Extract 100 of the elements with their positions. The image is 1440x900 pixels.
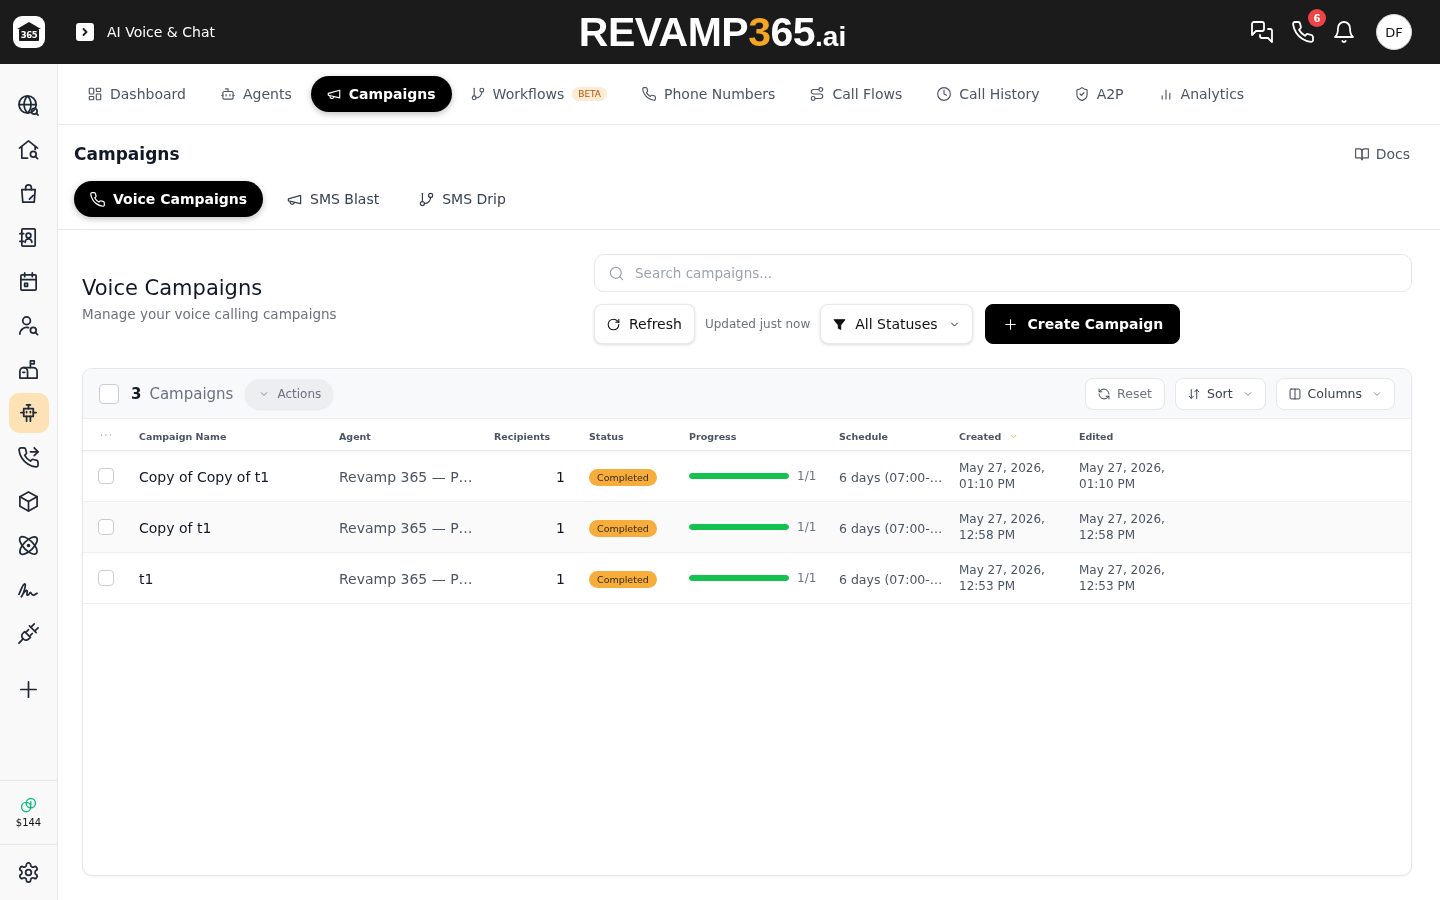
column-header[interactable]: Status	[589, 431, 624, 442]
agent-name: Revamp 365 — P…	[339, 468, 473, 485]
section-title: Campaigns	[74, 144, 180, 164]
campaign-name: Copy of Copy of t1	[139, 468, 270, 485]
nav-tab[interactable]: Analytics	[1142, 76, 1261, 112]
column-header[interactable]: Schedule	[839, 431, 888, 442]
columns-icon	[1288, 387, 1301, 400]
phone-icon	[642, 87, 657, 101]
sidebar-item[interactable]	[8, 393, 49, 433]
campaign-count: 3	[131, 384, 142, 403]
created-date: May 27, 2026, 12:53 PM	[959, 562, 1046, 594]
refresh-button[interactable]: Refresh	[594, 304, 695, 344]
campaign-name: Copy of t1	[139, 519, 212, 536]
agent-name: Revamp 365 — P…	[339, 519, 473, 536]
notification-badge: 6	[1308, 9, 1326, 27]
progress-count: 1/1	[797, 571, 817, 585]
nav-tab[interactable]: Campaigns	[310, 76, 452, 112]
create-campaign-button[interactable]: Create Campaign	[984, 304, 1181, 344]
robot-icon	[220, 87, 235, 101]
status-filter-dropdown[interactable]: All Statuses	[820, 304, 973, 344]
column-header[interactable]: Campaign Name	[139, 431, 227, 442]
updated-text: Updated just now	[704, 317, 811, 331]
phone-icon	[90, 191, 105, 207]
sub-tab[interactable]: SMS Blast	[271, 181, 396, 217]
nav-tab[interactable]: Agents	[204, 76, 308, 112]
nav-tab[interactable]: Phone Numbers	[626, 76, 792, 112]
recipient-count: 1	[556, 519, 565, 536]
grid-icon	[88, 87, 102, 101]
sort-icon	[1188, 387, 1200, 400]
reset-button[interactable]: Reset	[1085, 377, 1165, 410]
beta-badge: BETA	[572, 87, 608, 101]
edited-date: May 27, 2026, 12:58 PM	[1079, 511, 1166, 543]
column-header[interactable]: Edited	[1079, 431, 1114, 442]
column-header[interactable]: Recipients	[494, 431, 551, 442]
user-search-icon	[18, 314, 39, 336]
nav-tab[interactable]: Workflows BETA	[454, 76, 624, 112]
globe-search-icon	[18, 94, 39, 116]
columns-button[interactable]: Columns	[1275, 377, 1395, 410]
route-icon	[810, 87, 825, 101]
sort-button[interactable]: Sort	[1175, 377, 1266, 410]
edited-date: May 27, 2026, 12:53 PM	[1079, 562, 1166, 594]
search-icon	[609, 266, 624, 281]
nav-tab[interactable]: Call History	[921, 76, 1056, 112]
user-avatar[interactable]: DF	[1376, 14, 1412, 50]
recipient-count: 1	[556, 570, 565, 587]
credit-balance: $144	[15, 817, 42, 828]
brand-logo: REVAMP365.ai	[578, 11, 847, 53]
row-checkbox[interactable]	[98, 468, 114, 484]
search-field[interactable]: Search campaigns...	[594, 254, 1412, 292]
cube-icon	[18, 490, 39, 512]
schedule-text: 6 days (07:00-…	[839, 520, 943, 536]
shield-check-icon	[1074, 87, 1089, 101]
messages-icon[interactable]	[1251, 21, 1273, 43]
column-header[interactable]: Agent	[339, 431, 371, 442]
sub-tab[interactable]: SMS Drip	[403, 181, 522, 217]
nav-tab[interactable]: A2P	[1058, 76, 1140, 112]
contact-book-icon	[18, 226, 39, 248]
progress-count: 1/1	[797, 469, 817, 483]
sort-desc-icon	[1009, 432, 1019, 441]
count-label: Campaigns	[149, 384, 234, 403]
app-title: AI Voice & Chat	[107, 24, 215, 40]
edited-date: May 27, 2026, 01:10 PM	[1079, 460, 1166, 492]
notifications-icon[interactable]	[1333, 21, 1355, 43]
status-badge: Completed	[589, 520, 657, 537]
calendar-icon	[18, 270, 39, 292]
mailbox-icon	[18, 358, 39, 380]
branch-icon	[419, 191, 435, 207]
schedule-text: 6 days (07:00-…	[839, 571, 943, 587]
sidebar-toggle-icon[interactable]	[76, 23, 94, 41]
book-icon	[1354, 147, 1369, 161]
page-subtitle: Manage your voice calling campaigns	[82, 306, 337, 322]
settings-icon[interactable]	[18, 862, 39, 883]
campaign-name: t1	[139, 570, 154, 587]
recipient-count: 1	[556, 468, 565, 485]
sub-tab[interactable]: Voice Campaigns	[74, 181, 264, 217]
agent-name: Revamp 365 — P…	[339, 570, 473, 587]
actions-button[interactable]: Actions	[245, 378, 334, 409]
column-header[interactable]: Progress	[689, 431, 737, 442]
page-title: Voice Campaigns	[82, 276, 264, 300]
app-logo[interactable]: 365	[13, 16, 45, 48]
created-date: May 27, 2026, 12:58 PM	[959, 511, 1046, 543]
phone-forward-icon	[18, 446, 39, 468]
row-checkbox[interactable]	[98, 519, 114, 535]
reset-icon	[1098, 387, 1111, 400]
branch-icon	[470, 87, 485, 101]
atom-icon	[18, 534, 39, 556]
row-checkbox[interactable]	[98, 570, 114, 586]
add-icon[interactable]	[18, 678, 39, 700]
refresh-icon	[607, 317, 620, 331]
coins-icon	[20, 797, 37, 814]
progress-count: 1/1	[797, 520, 817, 534]
nav-tab[interactable]: Call Flows	[794, 76, 919, 112]
column-header[interactable]: Created	[959, 431, 1019, 442]
nav-tab[interactable]: Dashboard	[72, 76, 202, 112]
select-all-checkbox[interactable]	[99, 383, 119, 404]
docs-link[interactable]: Docs	[1354, 146, 1410, 162]
phone-icon[interactable]	[1292, 21, 1314, 43]
clock-icon	[937, 87, 952, 101]
created-date: May 27, 2026, 01:10 PM	[959, 460, 1046, 492]
plug-icon	[18, 622, 39, 644]
